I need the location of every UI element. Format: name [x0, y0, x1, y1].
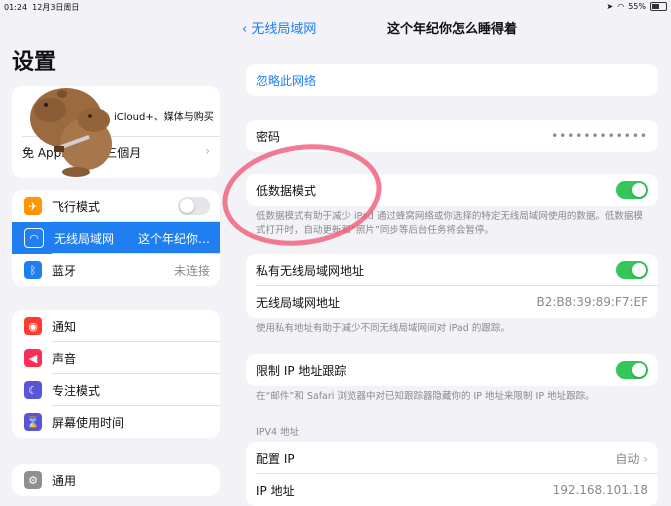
gear-icon: ⚙	[24, 471, 42, 489]
limit-ip-toggle[interactable]	[616, 361, 648, 379]
notification-icon: ◉	[24, 317, 42, 335]
sidebar-item-screen-time[interactable]: ⌛ 屏幕使用时间	[12, 406, 220, 438]
location-icon: ➤	[606, 2, 614, 11]
wifi-address-row: 无线局域网地址 B2:B8:39:89:F7:EF	[256, 295, 648, 310]
private-address-row: 私有无线局域网地址	[246, 254, 658, 286]
wifi-icon: ◠	[24, 228, 44, 248]
status-time: 01:24 12月3日周日	[4, 3, 80, 12]
sidebar-item-bluetooth[interactable]: ᛒ 蓝牙 未连接	[12, 254, 220, 286]
forget-network-button[interactable]: 忽略此网络	[246, 64, 658, 96]
low-data-toggle[interactable]	[616, 181, 648, 199]
airplane-icon: ✈	[24, 197, 42, 215]
sidebar-item-notifications[interactable]: ◉ 通知	[12, 310, 220, 342]
sound-icon: ◀	[24, 349, 42, 367]
sidebar-item-focus[interactable]: ☾ 专注模式	[12, 374, 220, 406]
notifications-group: ◉ 通知 ◀ 声音 ☾ 专注模式 ⌛ 屏幕使用时间	[12, 310, 220, 438]
private-address-note: 使用私有地址有助于减少不同无线局域网间对 iPad 的跟踪。	[256, 323, 510, 334]
limit-ip-group: 限制 IP 地址跟踪	[246, 354, 658, 386]
configure-ip-value: 自动 ›	[615, 451, 648, 466]
hourglass-icon: ⌛	[24, 413, 42, 431]
sidebar-item-wifi[interactable]: ◠ 无线局域网 这个年纪你…	[12, 222, 220, 254]
configure-ip-row[interactable]: 配置 IP 自动 ›	[246, 442, 658, 474]
moon-icon: ☾	[24, 381, 42, 399]
limit-ip-row: 限制 IP 地址跟踪	[246, 354, 658, 386]
connectivity-group: ✈ 飞行模式 ◠ 无线局域网 这个年纪你… ᛒ 蓝牙 未连接	[12, 190, 220, 286]
capybara-sticker-image	[30, 88, 112, 177]
private-address-toggle[interactable]	[616, 261, 648, 279]
ipv4-section-header: IPV4 地址	[256, 427, 300, 438]
sidebar-item-airplane[interactable]: ✈ 飞行模式	[12, 190, 220, 222]
settings-sidebar: 设置 iCloud+、媒体与购买 免 Apple TV+ 三個月 › ✈ 飞行模…	[0, 14, 232, 500]
ipv4-group: 配置 IP 自动 › IP 地址 192.168.101.18	[246, 442, 658, 506]
status-bar: 01:24 12月3日周日 ➤ ◠ 55%	[0, 0, 671, 14]
battery-icon	[650, 2, 667, 11]
chevron-left-icon: ‹	[242, 22, 248, 37]
status-wifi-icon: ◠	[617, 2, 625, 11]
sidebar-item-general[interactable]: ⚙ 通用	[12, 464, 220, 496]
ip-address-row: IP 地址 192.168.101.18	[256, 483, 648, 498]
general-group: ⚙ 通用	[12, 464, 220, 496]
password-value: ••••••••••••	[551, 129, 648, 143]
chevron-right-icon: ›	[205, 144, 210, 158]
sidebar-item-sounds[interactable]: ◀ 声音	[12, 342, 220, 374]
wifi-address-value: B2:B8:39:89:F7:EF	[536, 295, 648, 309]
limit-ip-note: 在“邮件”和 Safari 浏览器中对已知跟踪器隐藏你的 IP 地址来限制 IP…	[256, 391, 595, 402]
airplane-toggle[interactable]	[178, 197, 210, 215]
sidebar-title: 设置	[12, 50, 57, 75]
status-right: ➤ ◠ 55%	[607, 2, 667, 11]
ip-address-value: 192.168.101.18	[552, 483, 648, 497]
battery-percent: 55%	[628, 2, 646, 11]
navigation-bar: ‹ 无线局域网 这个年纪你怎么睡得着	[232, 14, 671, 44]
forget-network-group: 忽略此网络	[246, 64, 658, 96]
apple-id-subtitle: iCloud+、媒体与购买	[114, 112, 214, 123]
private-address-group: 私有无线局域网地址 无线局域网地址 B2:B8:39:89:F7:EF	[246, 254, 658, 318]
chevron-right-icon: ›	[643, 451, 648, 466]
back-button[interactable]: ‹ 无线局域网	[242, 18, 316, 37]
network-detail-pane: ‹ 无线局域网 这个年纪你怎么睡得着 忽略此网络 密码 ••••••••••••…	[232, 14, 671, 506]
page-title: 这个年纪你怎么睡得着	[387, 22, 518, 37]
bluetooth-icon: ᛒ	[24, 261, 42, 279]
